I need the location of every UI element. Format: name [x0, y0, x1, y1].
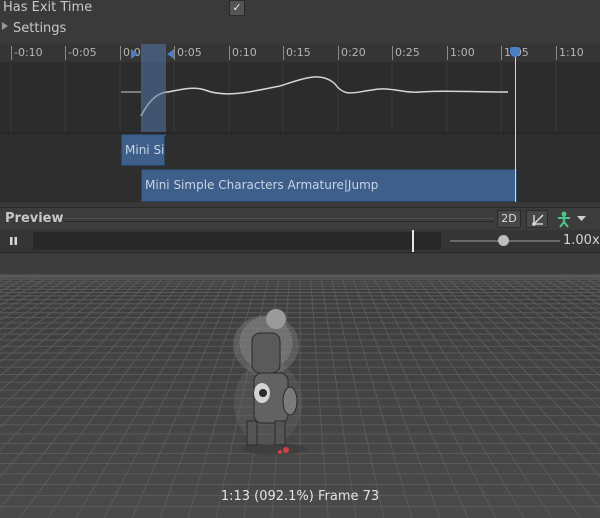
transition-range-highlight[interactable] [141, 44, 166, 136]
ruler-tick [120, 46, 121, 60]
ruler-tick [501, 46, 502, 60]
preview-drag-bar[interactable] [64, 218, 494, 222]
pause-button[interactable] [5, 233, 21, 249]
has-exit-time-label: Has Exit Time [3, 0, 93, 15]
ruler-label: 1:10 [559, 46, 584, 59]
ruler-label: -0:05 [68, 46, 97, 59]
preview-scene [0, 253, 600, 518]
track-divider [0, 132, 600, 134]
pivot-icon [532, 214, 544, 226]
transition-settings-header: Has Exit Time ✓ Settings [0, 0, 600, 44]
ruler-label: 0:15 [286, 46, 311, 59]
preview-scrubber-head[interactable] [412, 230, 414, 252]
playhead-handle-icon[interactable] [510, 47, 520, 57]
curve-grid [10, 62, 557, 134]
ruler-tick [229, 46, 230, 60]
target-clip[interactable]: Mini Simple Characters Armature|Jump [141, 169, 517, 202]
preview-header: Preview 2D [0, 207, 600, 230]
has-exit-time-checkbox[interactable]: ✓ [229, 0, 245, 16]
ruler-tick [174, 46, 175, 60]
frame-info: 1:13 (092.1%) Frame 73 [220, 489, 380, 504]
ruler-tick [283, 46, 284, 60]
ruler-label: 0:10 [232, 46, 257, 59]
playback-speed-value: 1.00x [563, 233, 600, 248]
timeline-playhead[interactable] [515, 54, 516, 202]
pause-icon [10, 237, 17, 245]
ruler-label: 0:25 [395, 46, 420, 59]
preview-scrubber[interactable] [33, 232, 441, 250]
ruler-label: -0:10 [14, 46, 43, 59]
ruler-tick [556, 46, 557, 60]
preview-viewport[interactable]: 1:13 (092.1%) Frame 73 [0, 253, 600, 518]
preview-title: Preview [5, 211, 64, 226]
ruler-tick [11, 46, 12, 60]
pivot-toggle-button[interactable] [526, 210, 548, 228]
settings-foldout-label[interactable]: Settings [13, 21, 66, 36]
ruler-label: 1:00 [450, 46, 475, 59]
mode-2d-button[interactable]: 2D [497, 210, 521, 228]
ruler-label: 0:20 [341, 46, 366, 59]
preview-playback-bar: 1.00x [0, 230, 600, 253]
ruler-label: 0:05 [177, 46, 202, 59]
avatar-select-button[interactable] [553, 210, 589, 228]
transition-start-marker-icon[interactable] [131, 49, 138, 59]
chevron-down-icon [577, 216, 586, 221]
transition-end-marker-icon[interactable] [167, 49, 174, 59]
settings-foldout-arrow-icon[interactable] [2, 22, 8, 30]
target-curve-line [140, 76, 509, 117]
ruler-tick [392, 46, 393, 60]
transition-timeline[interactable]: -0:10 -0:05 0:0 0:05 0:10 0:15 0:20 0:25… [0, 44, 600, 202]
ruler-tick [338, 46, 339, 60]
ruler-tick [447, 46, 448, 60]
blend-curve [10, 62, 557, 134]
source-clip[interactable]: Mini Si [121, 134, 165, 166]
ruler-tick [65, 46, 66, 60]
playback-speed-knob[interactable] [498, 235, 510, 246]
